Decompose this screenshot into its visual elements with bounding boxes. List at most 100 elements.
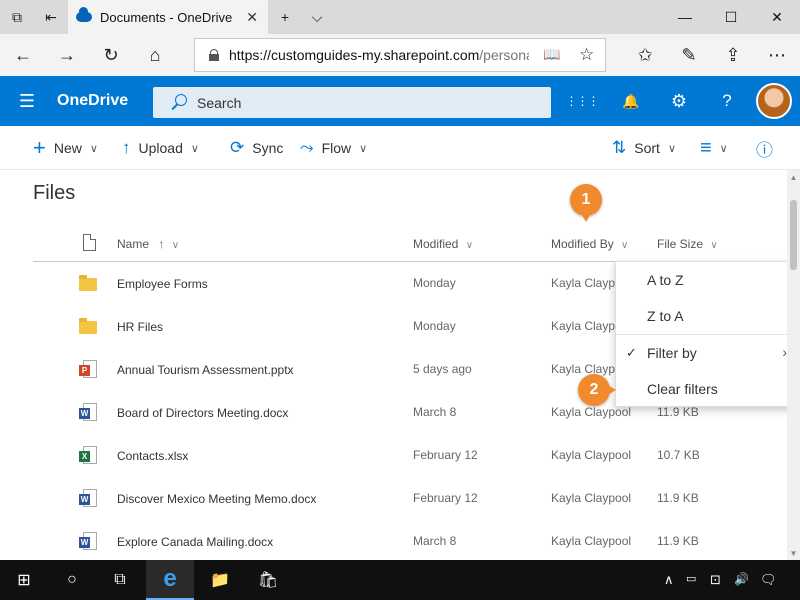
notifications-icon[interactable]: 🗨 xyxy=(760,572,777,588)
file-name[interactable]: Employee Forms xyxy=(117,277,208,291)
file-name[interactable]: Board of Directors Meeting.docx xyxy=(117,406,288,420)
file-modified-by: Kayla Claypool xyxy=(551,448,632,462)
clear-filters-option[interactable]: Clear filters xyxy=(616,371,797,407)
modified-header-label: Modified xyxy=(413,237,459,251)
column-header-file-size[interactable]: File Size ∨ xyxy=(657,237,718,251)
sort-button[interactable]: ⇅ Sort ∨ xyxy=(612,126,676,170)
favorite-star-icon[interactable]: ☆ xyxy=(579,45,594,65)
minimize-button[interactable]: — xyxy=(662,0,708,34)
info-button[interactable]: ⓘ xyxy=(756,126,773,170)
info-icon: ⓘ xyxy=(756,140,773,160)
more-icon[interactable]: ⋯ xyxy=(760,38,794,72)
store-icon[interactable]: 🛍 xyxy=(244,560,292,600)
flow-button[interactable]: ⤳ Flow ∨ xyxy=(300,126,367,170)
view-options-button[interactable]: ≡ ∨ xyxy=(700,126,728,170)
chevron-down-icon: ∨ xyxy=(621,240,629,251)
tab-preview-chevron-icon[interactable]: ⌵ xyxy=(300,0,334,34)
browser-tab-bar: ⧉ ⇤ Documents - OneDrive ✕ + ⌵ — ☐ ✕ xyxy=(0,0,800,34)
tray-chevron-icon[interactable]: ∧ xyxy=(664,572,674,588)
tab-title: Documents - OneDrive xyxy=(100,9,233,25)
filter-by-option[interactable]: ✓ Filter by › xyxy=(616,335,797,371)
list-view-icon: ≡ xyxy=(700,136,712,159)
modified-by-header-label: Modified By xyxy=(551,237,614,251)
app-launcher-icon[interactable]: ⋮⋮⋮ xyxy=(566,86,600,116)
help-icon[interactable]: ? xyxy=(712,86,742,116)
file-modified: Monday xyxy=(413,276,456,290)
file-modified: February 12 xyxy=(413,491,478,505)
favorites-hub-icon[interactable]: ✩ xyxy=(628,38,662,72)
file-name[interactable]: Explore Canada Mailing.docx xyxy=(117,535,273,549)
sort-icon: ⇅ xyxy=(612,138,627,157)
file-size: 10.7 KB xyxy=(657,448,700,462)
sort-ascending-icon: ↑ xyxy=(158,237,165,251)
navigation-menu-icon[interactable]: ☰ xyxy=(12,86,42,116)
column-menu: A to Z Z to A ✓ Filter by › Clear filter… xyxy=(615,261,798,407)
scroll-up-icon[interactable]: ▲ xyxy=(787,170,800,184)
word-file-icon: W xyxy=(79,403,97,421)
new-tab-button[interactable]: + xyxy=(268,0,302,34)
start-button[interactable]: ⊞ xyxy=(0,560,48,600)
onedrive-brand[interactable]: OneDrive xyxy=(57,92,128,110)
refresh-button[interactable]: ↻ xyxy=(94,38,128,72)
browser-address-bar: ← → ↻ ⌂ https://customguides-my.sharepoi… xyxy=(0,34,800,76)
file-list-header: Name ↑ ∨ Modified ∨ Modified By ∨ File S… xyxy=(33,225,788,262)
chevron-down-icon: ∨ xyxy=(89,142,98,155)
forward-button[interactable]: → xyxy=(50,38,84,72)
reading-view-icon[interactable]: 📖 xyxy=(543,46,560,63)
vertical-scrollbar[interactable]: ▲ ▼ xyxy=(787,170,800,560)
column-header-modified-by[interactable]: Modified By ∨ xyxy=(551,237,628,251)
avatar[interactable] xyxy=(756,83,792,119)
close-window-button[interactable]: ✕ xyxy=(754,0,800,34)
show-tabs-aside-icon[interactable]: ⇤ xyxy=(34,0,68,34)
share-icon[interactable]: ⇪ xyxy=(716,38,750,72)
search-placeholder: Search xyxy=(197,94,242,111)
gear-icon[interactable]: ⚙ xyxy=(664,86,694,116)
sort-z-to-a-option[interactable]: Z to A xyxy=(616,298,797,334)
sort-a-to-z-option[interactable]: A to Z xyxy=(616,262,797,298)
search-box[interactable]: Search xyxy=(153,87,551,118)
back-button[interactable]: ← xyxy=(6,38,40,72)
volume-icon[interactable]: 🔊 xyxy=(734,572,749,586)
chevron-down-icon: ∨ xyxy=(190,142,199,155)
new-button[interactable]: + New ∨ xyxy=(33,126,98,170)
name-header-label: Name xyxy=(117,237,150,251)
flow-icon: ⤳ xyxy=(300,138,314,157)
sync-icon: ⟳ xyxy=(230,138,245,157)
column-header-modified[interactable]: Modified ∨ xyxy=(413,237,473,251)
column-header-name[interactable]: Name ↑ ∨ xyxy=(117,237,179,251)
check-icon: ✓ xyxy=(626,345,637,360)
network-icon[interactable]: ⊡ xyxy=(710,572,721,588)
home-button[interactable]: ⌂ xyxy=(138,38,172,72)
file-size: 11.9 KB xyxy=(657,405,699,419)
url-field[interactable]: https://customguides-my.sharepoint.com/p… xyxy=(194,38,606,72)
set-aside-tabs-icon[interactable]: ⧉ xyxy=(0,0,34,34)
browser-tab-documents[interactable]: Documents - OneDrive ✕ xyxy=(68,0,268,34)
scroll-down-icon[interactable]: ▼ xyxy=(787,546,800,560)
pen-icon[interactable]: ✎ xyxy=(672,38,706,72)
file-size: 11.9 KB xyxy=(657,534,699,548)
edge-icon[interactable]: e xyxy=(146,560,194,600)
bell-icon[interactable]: 🔔 xyxy=(616,86,646,116)
upload-button[interactable]: ↑ Upload ∨ xyxy=(122,126,199,170)
file-name[interactable]: Annual Tourism Assessment.pptx xyxy=(117,363,294,377)
table-row[interactable]: W Discover Mexico Meeting Memo.docx Febr… xyxy=(33,477,788,520)
file-type-header-icon[interactable] xyxy=(83,234,96,251)
table-row[interactable]: W Explore Canada Mailing.docx March 8 Ka… xyxy=(33,520,788,560)
file-name[interactable]: HR Files xyxy=(117,320,163,334)
table-row[interactable]: X Contacts.xlsx February 12 Kayla Claypo… xyxy=(33,434,788,477)
battery-icon[interactable]: ▭ xyxy=(686,572,696,585)
maximize-button[interactable]: ☐ xyxy=(708,0,754,34)
file-name[interactable]: Discover Mexico Meeting Memo.docx xyxy=(117,492,316,506)
task-view-icon[interactable]: ⧉ xyxy=(96,560,144,600)
file-name[interactable]: Contacts.xlsx xyxy=(117,449,188,463)
excel-file-icon: X xyxy=(79,446,97,464)
cortana-icon[interactable]: ○ xyxy=(48,560,96,600)
flow-label: Flow xyxy=(321,140,352,156)
sync-button[interactable]: ⟳ Sync xyxy=(230,126,283,170)
file-explorer-icon[interactable]: 📁 xyxy=(196,560,244,600)
upload-icon: ↑ xyxy=(122,138,131,157)
tab-close-icon[interactable]: ✕ xyxy=(246,9,258,26)
upload-label: Upload xyxy=(138,140,183,156)
sort-label: Sort xyxy=(634,140,660,156)
scroll-thumb[interactable] xyxy=(790,200,797,270)
